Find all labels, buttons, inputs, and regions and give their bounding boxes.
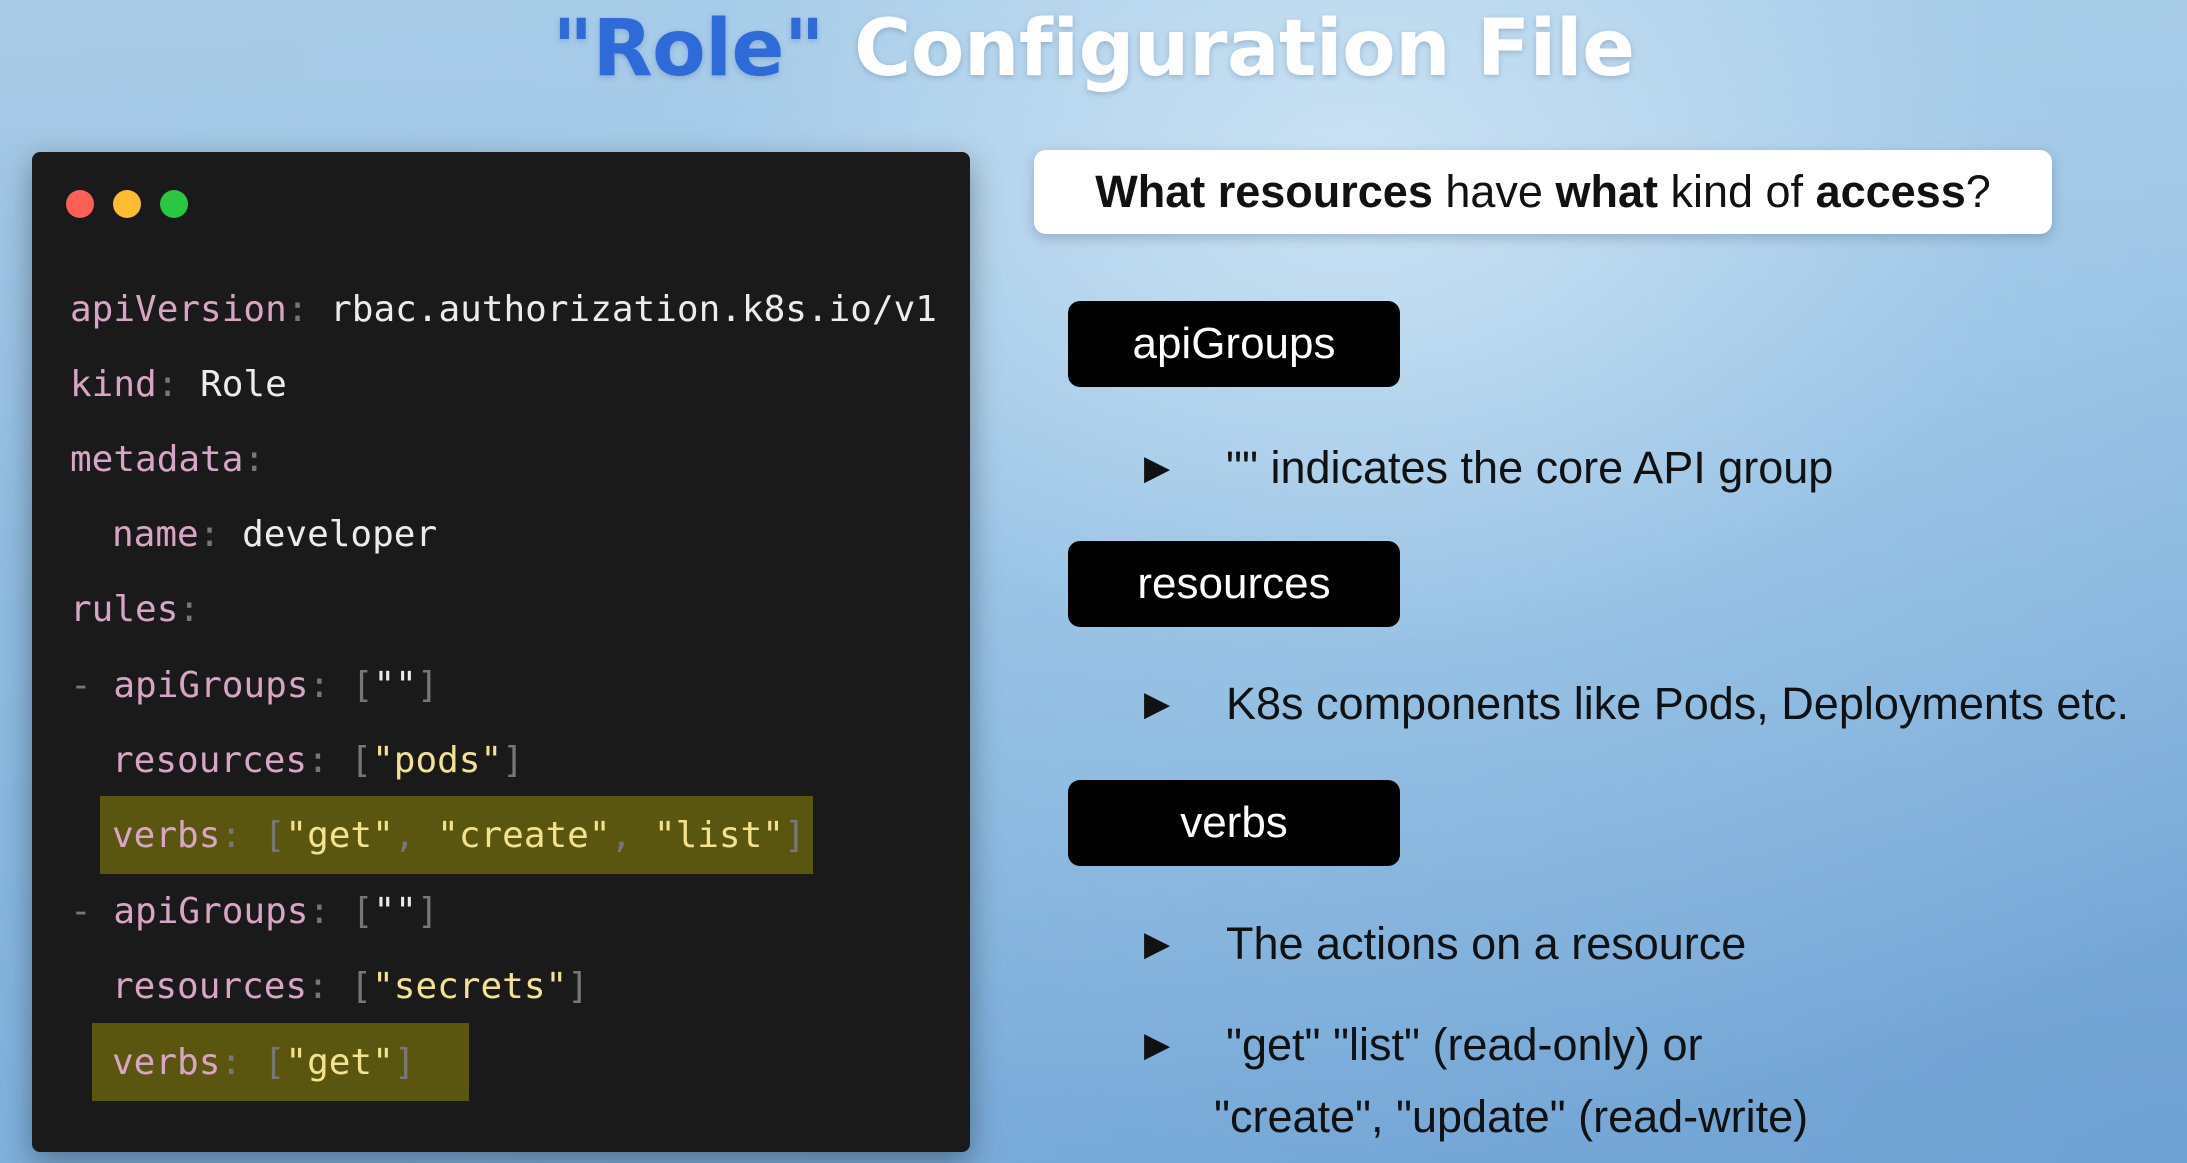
bullet-apigroups: ▶ "" indicates the core API group (1144, 442, 1834, 493)
code-line-metadata: metadata: (70, 439, 266, 480)
code-line-apigroups-2: - apiGroups: [""] (70, 891, 439, 932)
title-role-word: "Role" (552, 4, 825, 94)
question-box: What resources have what kind of access? (1034, 150, 2052, 234)
bullet-verbs-read-write: "create", "update" (read-write) (1214, 1091, 1809, 1142)
code-line-apiversion: apiVersion: rbac.authorization.k8s.io/v1 (70, 289, 937, 330)
code-line-kind: kind: Role (70, 364, 287, 405)
code-line-resources-1: resources: ["pods"] (112, 740, 524, 781)
right-triangle-icon: ▶ (1144, 1026, 1171, 1064)
term-verbs: verbs (1068, 780, 1400, 866)
bullet-verbs-actions: ▶ The actions on a resource (1144, 918, 1747, 969)
term-apigroups: apiGroups (1068, 301, 1400, 387)
code-line-verbs-2: verbs: ["get"] (112, 1042, 416, 1083)
page-title: "Role" Configuration File (0, 4, 2187, 94)
code-line-apigroups-1: - apiGroups: [""] (70, 665, 439, 706)
maximize-dot-icon (160, 190, 188, 218)
right-triangle-icon: ▶ (1144, 925, 1171, 963)
code-line-rules: rules: (70, 589, 201, 630)
bullet-verbs-read-only: ▶ "get" "list" (read-only) or (1144, 1019, 1703, 1070)
bullet-resources: ▶ K8s components like Pods, Deployments e… (1144, 678, 2129, 729)
code-line-name: name: developer (112, 514, 438, 555)
title-rest: Configuration File (854, 4, 1635, 94)
code-line-verbs-1: verbs: ["get", "create", "list"] (112, 815, 806, 856)
code-line-resources-2: resources: ["secrets"] (112, 966, 589, 1007)
minimize-dot-icon (113, 190, 141, 218)
right-triangle-icon: ▶ (1144, 685, 1171, 723)
term-resources: resources (1068, 541, 1400, 627)
right-triangle-icon: ▶ (1144, 449, 1171, 487)
code-window: apiVersion: rbac.authorization.k8s.io/v1… (32, 152, 970, 1152)
close-dot-icon (66, 190, 94, 218)
